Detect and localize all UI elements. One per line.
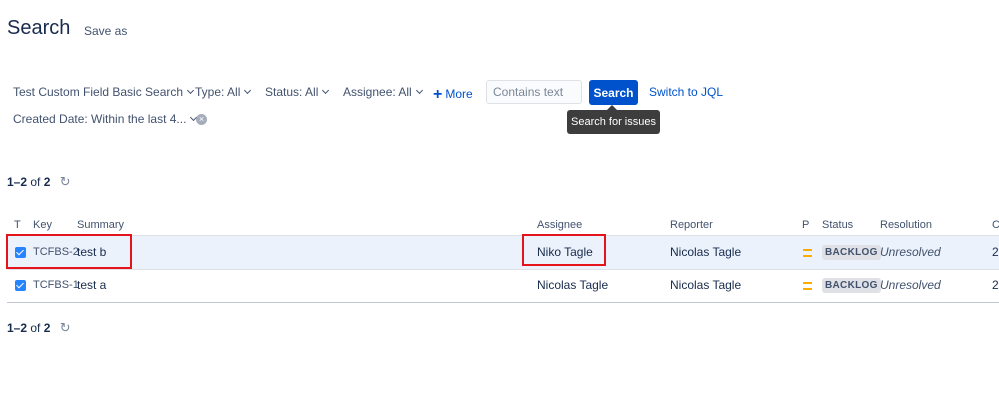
issue-key[interactable]: TCFBS-1: [33, 279, 79, 291]
task-checkbox-icon: [15, 280, 26, 291]
more-filters-button[interactable]: + More: [433, 85, 473, 103]
status-badge: BACKLOG: [822, 245, 881, 260]
pagination-range: 1–2: [7, 321, 28, 335]
assignee-filter[interactable]: Assignee: All: [343, 85, 423, 99]
highlight-box-key-summary: [6, 234, 132, 269]
column-header-priority[interactable]: P: [802, 219, 809, 231]
save-as-button[interactable]: Save as: [84, 24, 127, 38]
issue-created: 2: [992, 278, 999, 292]
project-filter[interactable]: Test Custom Field Basic Search: [13, 85, 195, 99]
column-header-resolution[interactable]: Resolution: [880, 219, 932, 231]
status-badge: BACKLOG: [822, 278, 881, 293]
chevron-down-icon: [187, 86, 195, 95]
column-header-status[interactable]: Status: [822, 219, 853, 231]
column-header-created[interactable]: C: [992, 219, 999, 231]
pagination-top: 1–2 of 2 ↻: [7, 174, 71, 190]
clear-filter-button[interactable]: ×: [191, 112, 207, 126]
status-filter-label: Status: All: [265, 85, 319, 99]
issue-reporter[interactable]: Nicolas Tagle: [670, 278, 741, 292]
status-filter[interactable]: Status: All: [265, 85, 330, 99]
plus-icon: +: [433, 86, 443, 103]
clear-filter-icon: ×: [196, 114, 207, 125]
created-date-filter[interactable]: Created Date: Within the last 4...: [13, 112, 198, 126]
refresh-icon[interactable]: ↻: [60, 174, 71, 189]
refresh-icon[interactable]: ↻: [60, 320, 71, 335]
priority-medium-icon: [803, 249, 812, 257]
column-header-type[interactable]: T: [14, 219, 21, 231]
search-tooltip: Search for issues: [567, 105, 660, 134]
issue-reporter[interactable]: Nicolas Tagle: [670, 245, 741, 259]
contains-text-input[interactable]: [486, 80, 582, 104]
created-date-filter-label: Created Date: Within the last 4...: [13, 112, 187, 126]
column-header-reporter[interactable]: Reporter: [670, 219, 713, 231]
column-header-summary[interactable]: Summary: [77, 219, 124, 231]
priority-medium-icon: [803, 282, 812, 290]
assignee-filter-label: Assignee: All: [343, 85, 412, 99]
pagination-bottom: 1–2 of 2 ↻: [7, 320, 71, 336]
highlight-box-assignee: [522, 234, 606, 266]
column-header-assignee[interactable]: Assignee: [537, 219, 582, 231]
issue-resolution: Unresolved: [880, 278, 941, 292]
issue-assignee[interactable]: Nicolas Tagle: [537, 278, 608, 292]
issue-created: 2: [992, 245, 999, 259]
more-filters-label: More: [445, 87, 473, 101]
project-filter-label: Test Custom Field Basic Search: [13, 85, 184, 99]
pagination-of: of: [30, 175, 41, 189]
type-filter-label: Type: All: [195, 85, 241, 99]
table-bottom-divider: [7, 302, 999, 303]
column-header-key[interactable]: Key: [33, 219, 52, 231]
pagination-total: 2: [43, 175, 51, 189]
issue-resolution: Unresolved: [880, 245, 941, 259]
chevron-down-icon: [244, 86, 252, 95]
switch-to-jql-link[interactable]: Switch to JQL: [649, 85, 723, 99]
issue-summary[interactable]: test a: [77, 278, 106, 292]
page-title: Search: [7, 17, 71, 39]
chevron-down-icon: [322, 86, 330, 95]
chevron-down-icon: [415, 86, 423, 95]
pagination-of: of: [30, 321, 41, 335]
search-button[interactable]: Search: [589, 80, 638, 105]
pagination-total: 2: [43, 321, 51, 335]
pagination-range: 1–2: [7, 175, 28, 189]
type-filter[interactable]: Type: All: [195, 85, 252, 99]
